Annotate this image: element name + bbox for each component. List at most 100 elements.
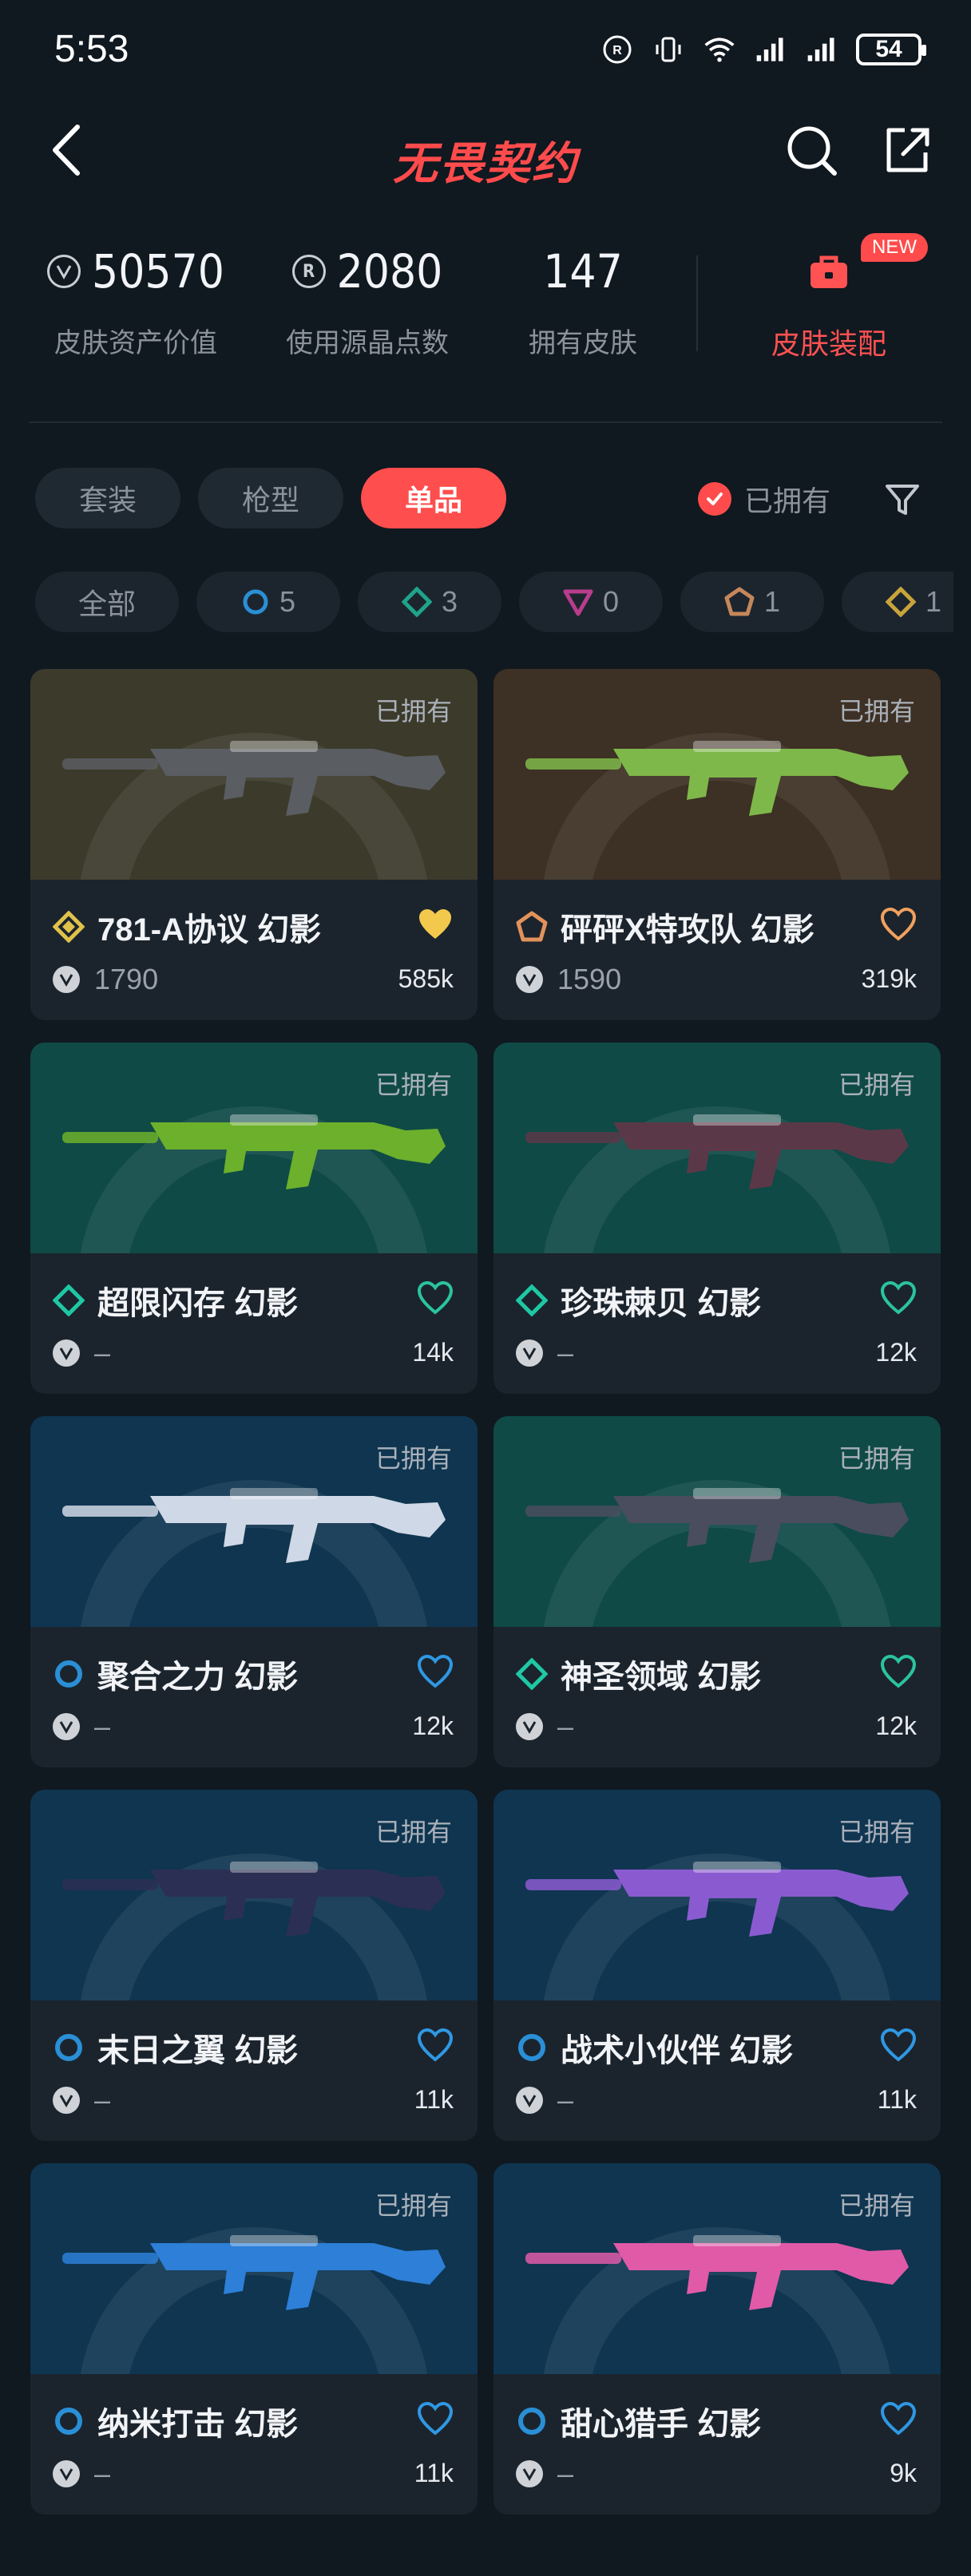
vp-coin-icon <box>53 1713 80 1740</box>
owned-tag: 已拥有 <box>838 1444 915 1473</box>
skin-price: – <box>94 2457 111 2490</box>
owned-tag: 已拥有 <box>838 2191 915 2220</box>
like-count: 585k <box>398 964 454 993</box>
skin-image: 已拥有 <box>493 669 941 880</box>
vp-coin-icon <box>516 2087 543 2114</box>
vibrate-icon <box>652 33 685 66</box>
owned-filter-label: 已拥有 <box>744 485 831 517</box>
skin-price: – <box>557 2083 574 2116</box>
filter-button[interactable] <box>878 476 926 524</box>
rifle-image <box>525 1114 909 1189</box>
skin-image: 已拥有 <box>493 1790 941 2000</box>
owned-tag: 已拥有 <box>838 1818 915 1846</box>
rifle-image <box>525 2235 909 2310</box>
like-count: 12k <box>875 1711 917 1740</box>
vp-coin-icon <box>53 1339 80 1367</box>
skin-price: 1790 <box>94 963 159 995</box>
checkmark-icon <box>698 482 731 516</box>
tab-single-item[interactable]: 单品 <box>361 468 506 528</box>
like-count: 319k <box>861 964 917 993</box>
chip-rarity-gold[interactable]: 1 <box>842 572 953 632</box>
stat-value: 147 <box>543 244 623 299</box>
skin-card[interactable]: 已拥有 砰砰X特攻队 幻影 1590 319k <box>493 669 941 1020</box>
stat-value: 2080 <box>336 244 443 299</box>
skin-name: 砰砰X特攻队 幻影 <box>561 912 814 948</box>
rifle-image <box>62 2235 446 2310</box>
circle-rarity-icon <box>55 2034 82 2061</box>
category-tabs: 套装 枪型 单品 <box>35 468 506 528</box>
tab-bundle[interactable]: 套装 <box>35 468 180 528</box>
chip-rarity-blue[interactable]: 5 <box>196 572 340 632</box>
skin-name: 781-A协议 幻影 <box>97 912 322 948</box>
vp-coin-icon <box>516 1339 543 1367</box>
chip-rarity-orange[interactable]: 1 <box>680 572 824 632</box>
chip-rarity-purple[interactable]: 0 <box>519 572 663 632</box>
skin-card[interactable]: 已拥有 聚合之力 幻影 – 12k <box>30 1416 478 1767</box>
heart-icon[interactable] <box>417 2028 454 2063</box>
skin-name: 战术小伙伴 幻影 <box>561 2033 794 2068</box>
skin-card[interactable]: 已拥有 781-A协议 幻影 1790 585k <box>30 669 478 1020</box>
skin-card[interactable]: 已拥有 战术小伙伴 幻影 – 11k <box>493 1790 941 2141</box>
skin-image: 已拥有 <box>493 1416 941 1627</box>
diamond-gold-rarity-icon <box>53 911 85 943</box>
rifle-image <box>62 741 446 816</box>
hd-icon: R <box>600 33 634 66</box>
vp-coin-icon <box>53 966 80 993</box>
skin-card[interactable]: 已拥有 神圣领域 幻影 – 12k <box>493 1416 941 1767</box>
vp-coin-icon <box>516 2460 543 2487</box>
triangle-rarity-icon <box>563 589 593 616</box>
chip-rarity-green[interactable]: 3 <box>358 572 501 632</box>
skin-name: 珍珠棘贝 幻影 <box>561 1286 762 1321</box>
chip-all[interactable]: 全部 <box>35 572 179 632</box>
signal-icon-2 <box>805 33 838 66</box>
heart-icon[interactable] <box>880 1654 917 1689</box>
owned-tag: 已拥有 <box>375 697 452 726</box>
heart-icon[interactable] <box>880 907 917 942</box>
heart-icon[interactable] <box>417 907 454 942</box>
skin-price: – <box>94 1336 111 1369</box>
share-button[interactable] <box>875 118 939 182</box>
heart-icon[interactable] <box>880 2028 917 2063</box>
stat-value: 50570 <box>92 244 224 299</box>
wifi-icon <box>703 33 736 66</box>
share-icon <box>886 128 929 172</box>
skin-card[interactable]: 已拥有 纳米打击 幻影 – 11k <box>30 2163 478 2515</box>
heart-icon[interactable] <box>417 2401 454 2436</box>
radianite-icon: R <box>291 255 326 288</box>
stat-radianite: R 2080 使用源晶点数 <box>264 239 471 360</box>
rifle-image <box>62 1114 446 1189</box>
heart-icon[interactable] <box>880 2401 917 2436</box>
skin-card[interactable]: 已拥有 珍珠棘贝 幻影 – 12k <box>493 1043 941 1394</box>
skin-card[interactable]: 已拥有 超限闪存 幻影 – 14k <box>30 1043 478 1394</box>
rifle-image <box>525 1488 909 1563</box>
new-badge: NEW <box>861 233 928 262</box>
stat-label: 使用源晶点数 <box>286 328 449 358</box>
owned-tag: 已拥有 <box>838 697 915 726</box>
vp-coin-icon <box>47 255 81 288</box>
diamond-rarity-icon <box>401 587 432 617</box>
vp-coin-icon <box>516 1713 543 1740</box>
top-nav: 无畏契约 <box>0 112 971 200</box>
filter-icon <box>886 485 919 515</box>
owned-filter-toggle[interactable]: 已拥有 <box>698 479 830 519</box>
skin-card[interactable]: 已拥有 甜心猎手 幻影 – 9k <box>493 2163 941 2515</box>
status-bar: 5:53 R 54 <box>0 0 971 96</box>
skin-name: 神圣领域 幻影 <box>561 1660 762 1695</box>
diamond-rarity-icon <box>516 1658 548 1690</box>
rifle-image <box>525 1862 909 1937</box>
skin-name: 超限闪存 幻影 <box>97 1286 299 1321</box>
circle-rarity-icon <box>518 2034 545 2061</box>
owned-tag: 已拥有 <box>375 1444 452 1473</box>
diamond-rarity-icon <box>516 1284 548 1316</box>
heart-icon[interactable] <box>417 1654 454 1689</box>
heart-icon[interactable] <box>417 1280 454 1316</box>
briefcase-icon <box>810 255 847 288</box>
stat-owned-skins: 147 拥有皮肤 <box>487 239 679 360</box>
skin-card[interactable]: 已拥有 末日之翼 幻影 – 11k <box>30 1790 478 2141</box>
signal-icon <box>754 33 787 66</box>
tab-weapon-type[interactable]: 枪型 <box>198 468 343 528</box>
skin-loadout-button[interactable]: NEW 皮肤装配 <box>719 233 939 362</box>
heart-icon[interactable] <box>880 1280 917 1316</box>
search-icon <box>787 126 837 176</box>
search-button[interactable] <box>779 118 843 182</box>
